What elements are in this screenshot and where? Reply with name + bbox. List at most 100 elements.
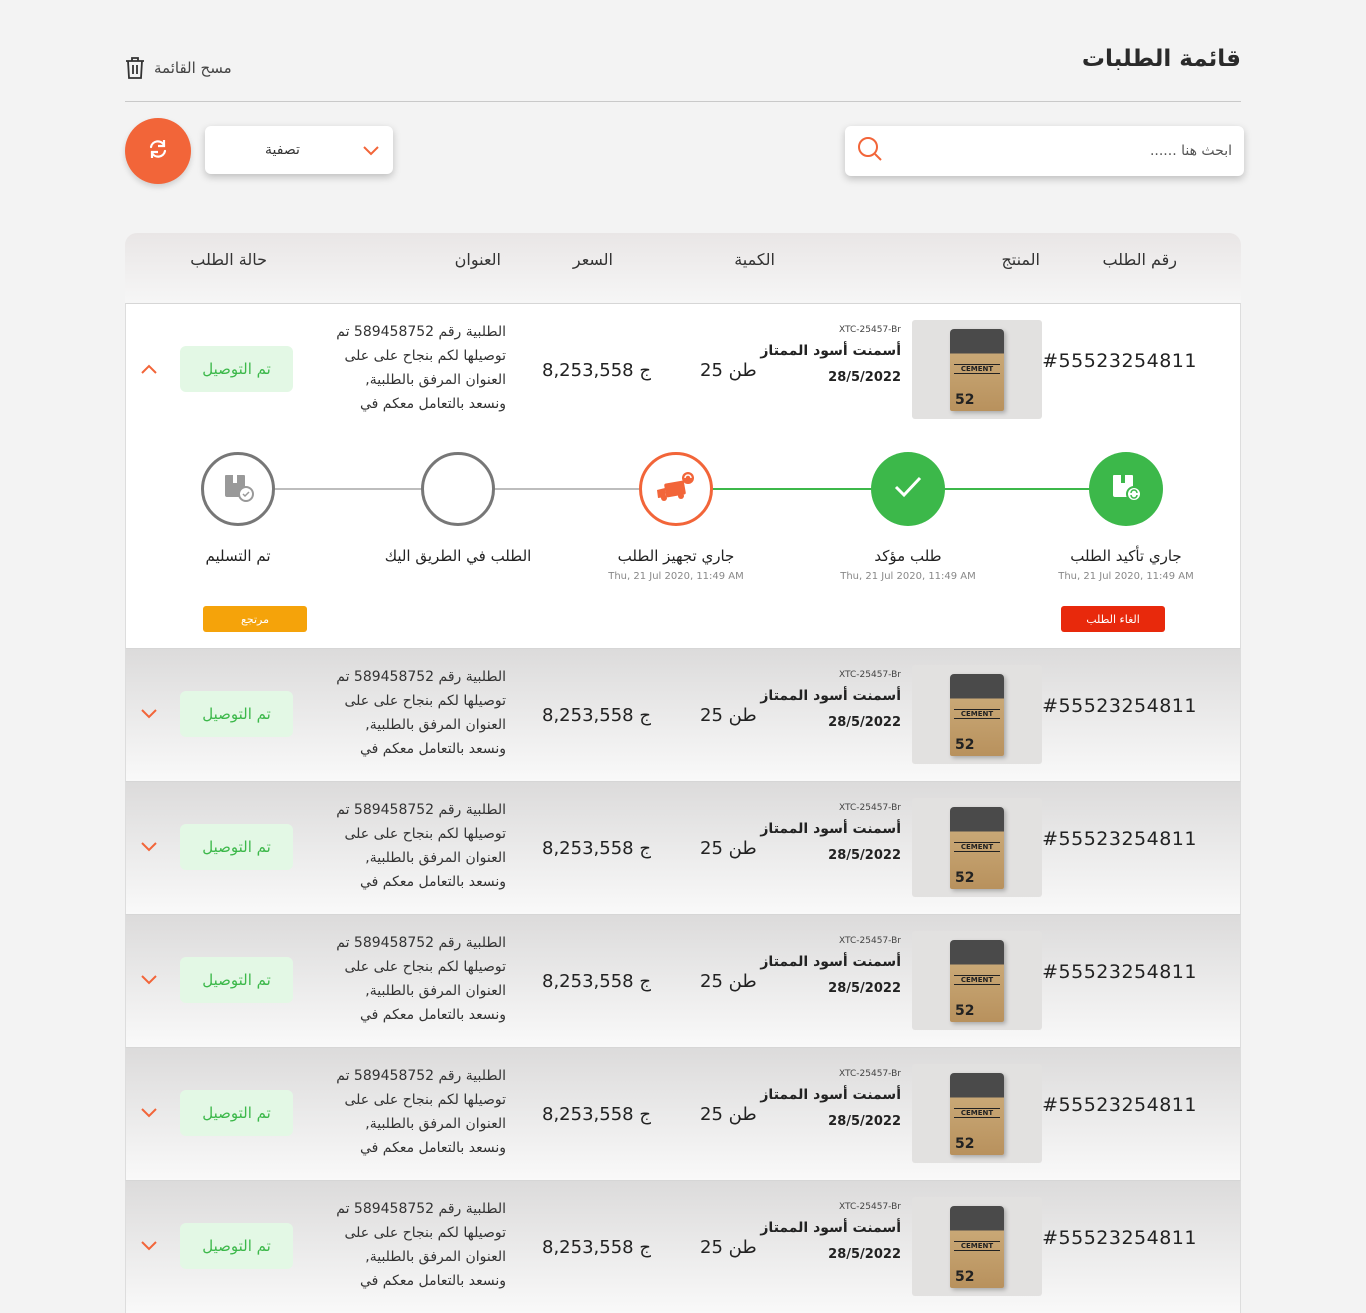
product-date: 28/5/2022 [828, 848, 901, 863]
address: الطلبية رقم 589458752 تم توصيلها لكم بنج… [336, 935, 506, 1023]
page-title: قائمة الطلبات [1081, 46, 1241, 72]
chevron-down-icon[interactable] [140, 838, 158, 857]
product-code: XTC-25457-Br [839, 1202, 901, 1212]
product-code: XTC-25457-Br [839, 1069, 901, 1079]
table-row[interactable]: #55523254811 CEMENT 52 XTC-25457-Br أسمن… [125, 303, 1241, 648]
cancel-order-button[interactable]: الغاء الطلب [1061, 606, 1165, 632]
product-date: 28/5/2022 [828, 981, 901, 996]
box-check-icon [221, 470, 255, 508]
cement-bag-icon: CEMENT 52 [950, 673, 1004, 756]
timeline-label: تم التسليم [205, 547, 271, 565]
cement-bag-icon: CEMENT 52 [950, 939, 1004, 1022]
address: الطلبية رقم 589458752 تم توصيلها لكم بنج… [336, 669, 506, 757]
price: 8,253,558 ج [542, 360, 651, 381]
product-code: XTC-25457-Br [839, 936, 901, 946]
product-date: 28/5/2022 [828, 1247, 901, 1262]
product-name: أسمنت أسود الممتاز [760, 343, 901, 359]
table-row[interactable]: #55523254811 CEMENT 52 XTC-25457-Br أسمن… [125, 1180, 1241, 1313]
timeline-step-3 [639, 452, 713, 526]
col-price: السعر [572, 250, 613, 269]
refresh-icon [147, 138, 169, 164]
clear-list-label: مسح القائمة [154, 59, 232, 77]
price: 8,253,558 ج [542, 971, 651, 992]
timeline-step-2 [871, 452, 945, 526]
price: 8,253,558 ج [542, 705, 651, 726]
col-product: المنتج [1001, 250, 1040, 269]
timeline-label: جاري تجهيز الطلب [617, 547, 735, 565]
timeline-step-4 [421, 452, 495, 526]
product-name: أسمنت أسود الممتاز [760, 1220, 901, 1236]
product-code: XTC-25457-Br [839, 670, 901, 680]
trash-icon [124, 56, 146, 80]
product-image: CEMENT 52 [912, 931, 1042, 1030]
search-icon[interactable] [857, 136, 883, 166]
cement-bag-icon: CEMENT 52 [950, 806, 1004, 889]
product-code: XTC-25457-Br [839, 325, 901, 335]
order-id: #55523254811 [1042, 961, 1197, 983]
product-name: أسمنت أسود الممتاز [760, 821, 901, 837]
quantity: 25 طن [700, 971, 757, 992]
timeline-label: جاري تأكيد الطلب [1070, 547, 1182, 565]
order-id: #55523254811 [1042, 350, 1197, 372]
orders-table: رقم الطلب المنتج الكمية السعر العنوان حا… [125, 233, 1241, 1313]
refresh-button[interactable] [125, 118, 191, 184]
clear-list-button[interactable]: مسح القائمة [124, 56, 232, 80]
address: الطلبية رقم 589458752 تم توصيلها لكم بنج… [336, 1201, 506, 1289]
status-badge: تم التوصيل [180, 957, 293, 1003]
status-badge: تم التوصيل [180, 1223, 293, 1269]
product-date: 28/5/2022 [828, 715, 901, 730]
cement-bag-icon: CEMENT 52 [950, 1205, 1004, 1288]
order-id: #55523254811 [1042, 695, 1197, 717]
timeline-label: الطلب في الطريق اليك [384, 547, 532, 565]
product-name: أسمنت أسود الممتاز [760, 688, 901, 704]
chevron-down-icon[interactable] [140, 1237, 158, 1256]
price: 8,253,558 ج [542, 1104, 651, 1125]
chevron-up-icon[interactable] [140, 360, 158, 379]
search-input[interactable] [883, 143, 1232, 159]
price: 8,253,558 ج [542, 1237, 651, 1258]
status-badge: تم التوصيل [180, 824, 293, 870]
timeline-step-1 [1089, 452, 1163, 526]
search-box [845, 126, 1244, 176]
product-code: XTC-25457-Br [839, 803, 901, 813]
timeline-step-5 [201, 452, 275, 526]
return-order-button[interactable]: مرتجع [203, 606, 307, 632]
timeline-time: Thu, 21 Jul 2020, 11:49 AM [840, 571, 976, 582]
table-row[interactable]: #55523254811 CEMENT 52 XTC-25457-Br أسمن… [125, 648, 1241, 781]
chevron-down-icon[interactable] [140, 971, 158, 990]
chevron-down-icon[interactable] [140, 1104, 158, 1123]
timeline-label: طلب مؤكد [874, 547, 942, 565]
product-image: CEMENT 52 [912, 1064, 1042, 1163]
product-image: CEMENT 52 [912, 665, 1042, 764]
status-badge: تم التوصيل [180, 1090, 293, 1136]
chevron-down-icon[interactable] [140, 705, 158, 724]
cement-bag-icon: CEMENT 52 [950, 1072, 1004, 1155]
address: الطلبية رقم 589458752 تم توصيلها لكم بنج… [336, 1068, 506, 1156]
check-icon [893, 475, 923, 503]
table-row[interactable]: #55523254811 CEMENT 52 XTC-25457-Br أسمن… [125, 914, 1241, 1047]
quantity: 25 طن [700, 360, 757, 381]
product-image: CEMENT 52 [912, 320, 1042, 419]
table-row[interactable]: #55523254811 CEMENT 52 XTC-25457-Br أسمن… [125, 1047, 1241, 1180]
col-quantity: الكمية [734, 250, 775, 269]
address: الطلبية رقم 589458752 تم توصيلها لكم بنج… [336, 802, 506, 890]
table-row[interactable]: #55523254811 CEMENT 52 XTC-25457-Br أسمن… [125, 781, 1241, 914]
quantity: 25 طن [700, 705, 757, 726]
quantity: 25 طن [700, 1237, 757, 1258]
col-address: العنوان [454, 250, 501, 269]
timeline-time: Thu, 21 Jul 2020, 11:49 AM [1058, 571, 1194, 582]
quantity: 25 طن [700, 838, 757, 859]
filter-dropdown[interactable]: تصفية [205, 126, 393, 174]
status-badge: تم التوصيل [180, 346, 293, 392]
product-name: أسمنت أسود الممتاز [760, 954, 901, 970]
order-id: #55523254811 [1042, 828, 1197, 850]
address: الطلبية رقم 589458752 تم توصيلها لكم بنج… [336, 324, 506, 412]
divider [125, 101, 1241, 102]
order-id: #55523254811 [1042, 1227, 1197, 1249]
order-id: #55523254811 [1042, 1094, 1197, 1116]
timeline-time: Thu, 21 Jul 2020, 11:49 AM [608, 571, 744, 582]
quantity: 25 طن [700, 1104, 757, 1125]
product-date: 28/5/2022 [828, 1114, 901, 1129]
table-header: رقم الطلب المنتج الكمية السعر العنوان حا… [125, 233, 1241, 303]
filter-label: تصفية [265, 142, 300, 158]
